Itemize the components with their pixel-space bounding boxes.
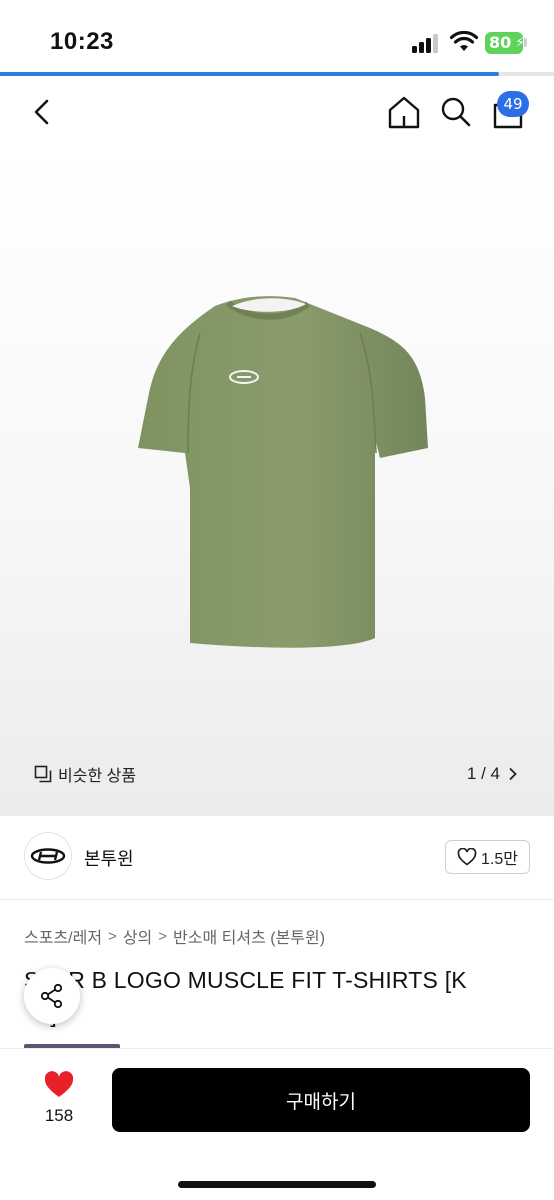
cart-count-badge: 49 [497,91,529,117]
status-bar: 10:23 80 ⚡ [0,0,554,72]
breadcrumb-item[interactable]: 상의 [123,924,152,948]
brand-name[interactable]: 본투윈 [84,845,134,871]
brand-like-count: 1.5만 [481,851,518,868]
product-title: S ER B LOGO MUSCLE FIT T-SHIRTS [K I] [24,963,534,1031]
top-nav [0,78,554,148]
product-title-line: S ER B LOGO MUSCLE FIT T-SHIRTS [K [24,967,467,993]
product-image-carousel[interactable]: 비슷한 상품 1 / 4 [0,148,554,816]
battery-cap [524,38,527,47]
breadcrumb: 스포츠/레저 > 상의 > 반소매 티셔츠 (본투윈) [24,924,325,948]
status-time: 10:23 [50,28,114,55]
image-counter-button[interactable]: 1 / 4 [454,756,530,792]
search-icon[interactable] [436,92,476,132]
breadcrumb-item[interactable]: 스포츠/레저 [24,924,102,948]
wishlist-count: 158 [44,1106,74,1125]
breadcrumb-item[interactable]: 반소매 티셔츠 (본투윈) [173,924,325,948]
brand-row: 본투윈 1.5만 [0,816,554,900]
page-load-progress [0,72,554,76]
brand-logo[interactable] [24,832,72,880]
chevron-right-icon: > [108,927,117,945]
bottom-action-bar: 158 구매하기 [0,1048,554,1200]
buy-button[interactable]: 구매하기 [112,1068,530,1132]
chevron-right-icon: > [158,927,168,945]
product-image [138,296,428,648]
similar-products-label: 비슷한 상품 [58,768,137,785]
wifi-icon [450,31,478,51]
back-chevron-icon[interactable] [24,92,64,132]
product-title-line: I] [24,997,534,1031]
chevron-right-icon [509,767,517,781]
heart-filled-icon [44,1071,74,1097]
share-button[interactable] [24,968,80,1024]
home-icon[interactable] [384,92,424,132]
similar-products-button[interactable]: 비슷한 상품 [24,756,147,792]
battery-charging-icon: 80 ⚡ [485,32,525,54]
heart-outline-icon [457,848,477,866]
share-icon [40,983,63,1009]
buy-button-label: 구매하기 [286,1091,356,1113]
wishlist-button[interactable]: 158 [28,1071,90,1126]
image-counter: 1 / 4 [466,764,500,783]
page-load-progress-fill [0,72,499,76]
cellular-signal-icon [412,33,440,53]
home-indicator [178,1181,376,1188]
similar-items-icon [34,765,52,783]
battery-percent: 80 [489,33,512,52]
brand-like-button[interactable]: 1.5만 [445,840,530,874]
